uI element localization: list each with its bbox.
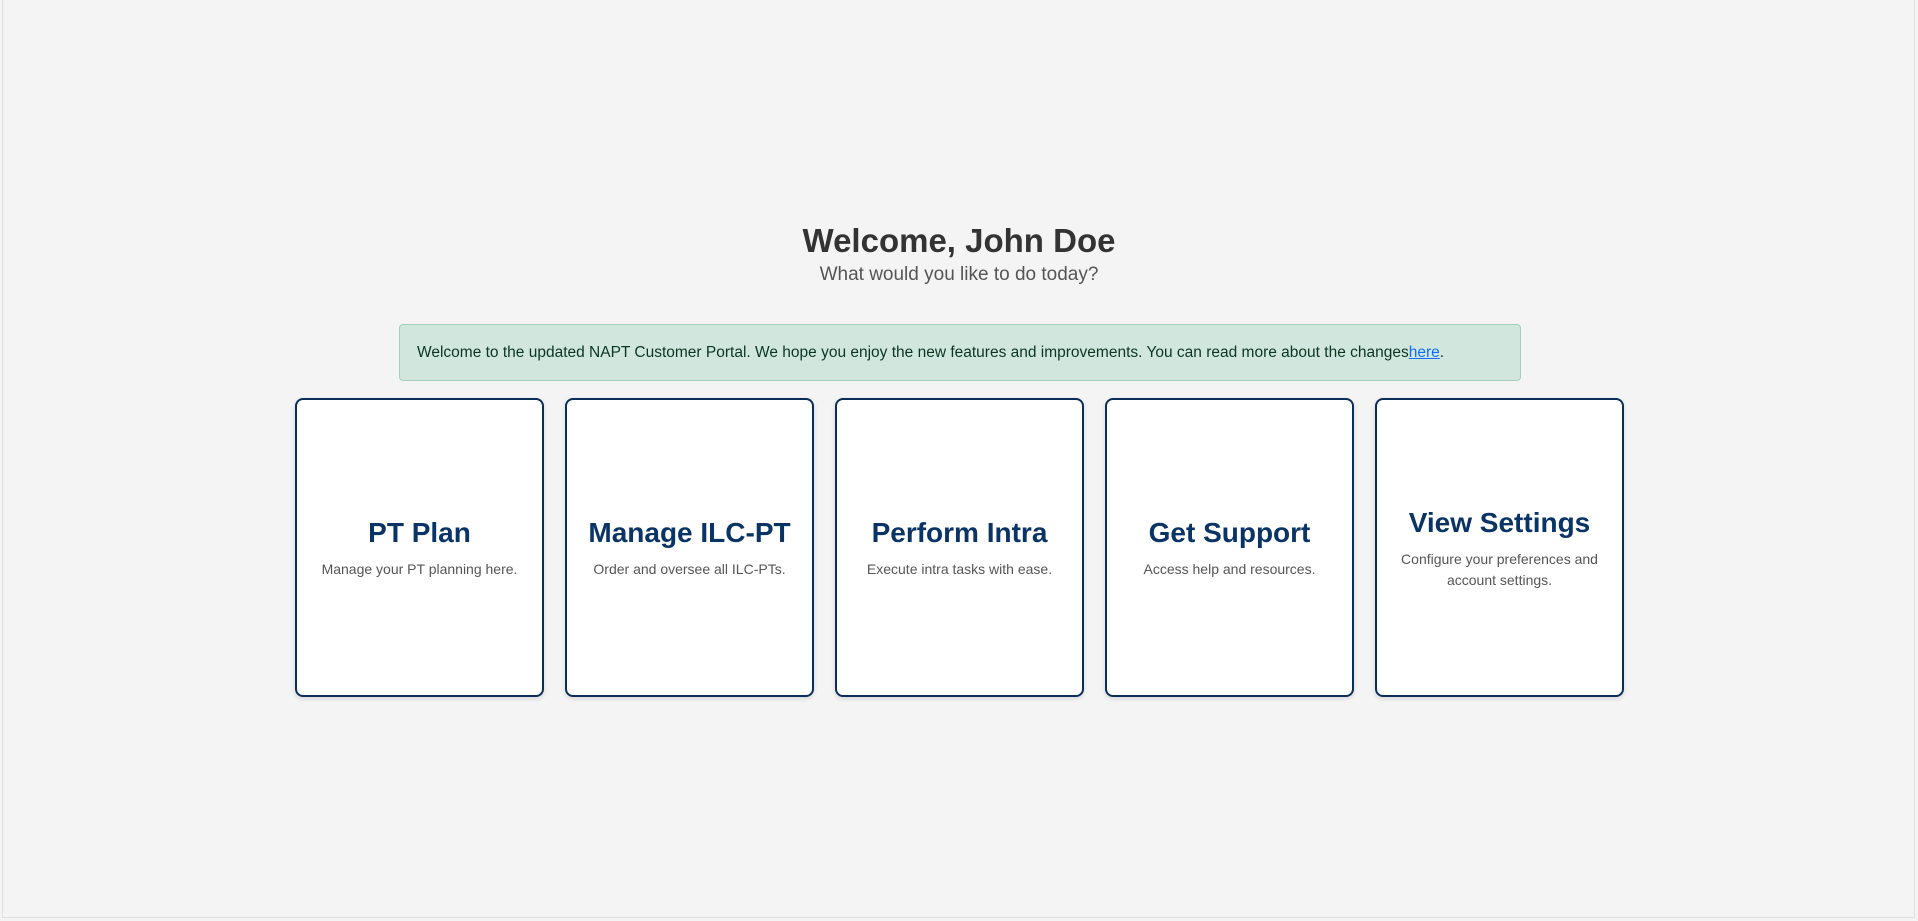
action-cards: PT Plan Manage your PT planning here. Ma… <box>295 398 1624 697</box>
card-title: Get Support <box>1148 517 1311 548</box>
welcome-title: Welcome, John Doe <box>802 222 1116 259</box>
announcement-text: Welcome to the updated NAPT Customer Por… <box>417 343 1409 361</box>
card-title: Perform Intra <box>871 517 1048 548</box>
announcement-link[interactable]: here <box>1409 344 1440 362</box>
card-get-support[interactable]: Get Support Access help and resources. <box>1105 398 1354 697</box>
card-description: Order and oversee all ILC-PTs. <box>593 561 786 577</box>
welcome-subtitle: What would you like to do today? <box>819 264 1099 285</box>
announcement-banner: Welcome to the updated NAPT Customer Por… <box>399 324 1521 381</box>
card-title: PT Plan <box>368 517 471 548</box>
card-description: Manage your PT planning here. <box>321 561 518 577</box>
card-description: Configure your preferences and account s… <box>1401 550 1598 588</box>
card-title: Manage ILC-PT <box>588 517 791 548</box>
card-description: Execute intra tasks with ease. <box>866 561 1053 577</box>
card-manage-ilc-pt[interactable]: Manage ILC-PT Order and oversee all ILC-… <box>565 398 814 697</box>
card-description: Access help and resources. <box>1143 561 1316 577</box>
card-pt-plan[interactable]: PT Plan Manage your PT planning here. <box>295 398 544 697</box>
card-title: View Settings <box>1408 506 1591 538</box>
announcement-suffix: . <box>1439 343 1445 361</box>
card-perform-intra[interactable]: Perform Intra Execute intra tasks with e… <box>835 398 1084 697</box>
card-view-settings[interactable]: View Settings Configure your preferences… <box>1375 398 1624 697</box>
